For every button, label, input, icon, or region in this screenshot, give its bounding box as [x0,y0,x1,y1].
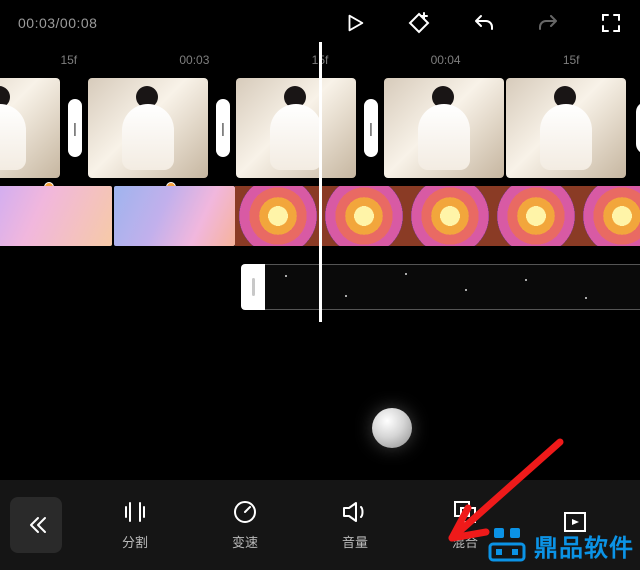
transition-button[interactable]: | [364,99,378,157]
watermark-text: 鼎品软件 [534,528,634,563]
undo-icon[interactable] [472,12,496,34]
video-clip[interactable] [384,78,504,178]
tool-label: 分割 [122,532,148,551]
tool-label: 变速 [232,532,258,551]
tool-speed[interactable]: 变速 [190,499,300,551]
video-clip[interactable] [236,78,356,178]
top-actions [344,10,622,36]
tool-volume[interactable]: 音量 [300,499,410,551]
keyframe-add-icon[interactable] [406,10,432,36]
fullscreen-icon[interactable] [600,12,622,34]
video-clip[interactable] [88,78,208,178]
back-button[interactable] [10,497,62,553]
timeline[interactable]: | | | + [0,74,640,414]
preview-sphere [372,408,412,448]
effect-clip[interactable] [0,186,112,246]
video-clip[interactable] [0,78,60,178]
redo-icon [536,12,560,34]
transition-button[interactable]: | [68,99,82,157]
watermark-logo-icon [488,526,526,564]
ruler-label: 00:04 [383,53,509,67]
tool-label: 音量 [342,532,368,551]
transition-button[interactable]: | [216,99,230,157]
top-bar: 00:03/00:08 [0,0,640,46]
tool-split[interactable]: 分割 [80,499,190,551]
effect-clip[interactable] [235,186,640,246]
clip-handle-left[interactable] [241,264,265,310]
effect-clip[interactable] [114,186,235,246]
ruler-label: 00:03 [132,53,258,67]
timecode-label: 00:03/00:08 [18,15,97,31]
playhead[interactable] [319,42,322,322]
overlay-track[interactable] [241,264,640,310]
play-icon[interactable] [344,12,366,34]
ruler-label: 15f [6,53,132,67]
add-clip-button[interactable]: + [636,102,640,154]
video-clip[interactable] [506,78,626,178]
ruler-label: 15f [508,53,634,67]
watermark: 鼎品软件 [488,526,634,564]
